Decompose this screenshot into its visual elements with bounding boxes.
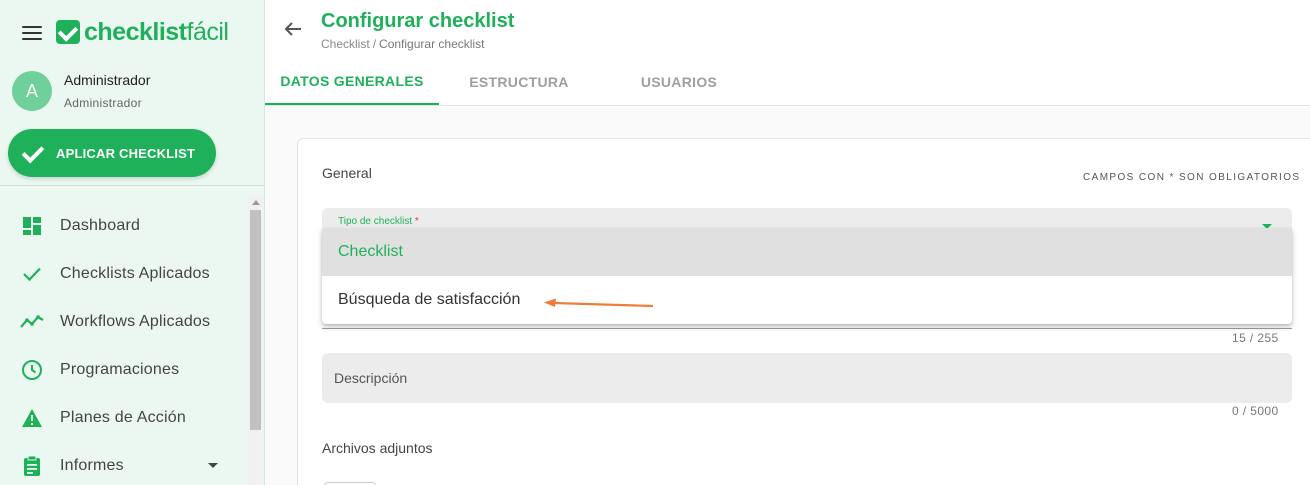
sidebar-item-label: Dashboard — [60, 217, 141, 234]
name-char-counter: 15 / 255 — [1232, 331, 1279, 345]
page-title: Configurar checklist — [321, 10, 515, 32]
description-char-counter: 0 / 5000 — [1232, 404, 1279, 418]
apply-checklist-button[interactable]: APLICAR CHECKLIST — [8, 129, 216, 177]
brand-name: checklistfácil — [84, 17, 229, 46]
name-field-underline — [322, 328, 1292, 329]
user-name: Administrador — [64, 72, 151, 88]
attachments-title: Archivos adjuntos — [322, 440, 433, 456]
breadcrumb-separator: / — [372, 37, 377, 51]
hamburger-menu-icon[interactable] — [22, 26, 42, 40]
back-arrow-icon[interactable] — [282, 18, 304, 40]
option-checklist[interactable]: Checklist — [322, 228, 1292, 276]
scrollbar-thumb[interactable] — [250, 210, 261, 430]
breadcrumb-current: Configurar checklist — [379, 37, 485, 51]
check-icon — [20, 141, 44, 165]
tipo-checklist-dropdown: Checklist Búsqueda de satisfacción — [322, 228, 1292, 324]
chevron-down-icon[interactable] — [208, 463, 218, 468]
required-fields-note: CAMPOS CON * SON OBLIGATORIOS — [1083, 172, 1301, 183]
scroll-up-arrow-icon[interactable] — [252, 200, 260, 205]
sidebar-item-label: Informes — [60, 457, 124, 474]
trending-icon — [20, 310, 44, 334]
app-window: checklistfácil A Administrador Administr… — [0, 0, 1310, 485]
sidebar-item-informes[interactable]: Informes — [0, 442, 248, 485]
tab-bar: DATOS GENERALES ESTRUCTURA USUARIOS — [265, 58, 1310, 106]
section-title: General — [322, 165, 372, 181]
sidebar-item-checklists-aplicados[interactable]: Checklists Aplicados — [0, 250, 248, 298]
dashboard-icon — [20, 214, 44, 238]
sidebar-item-workflows-aplicados[interactable]: Workflows Aplicados — [0, 298, 248, 346]
tab-datos-generales[interactable]: DATOS GENERALES — [265, 58, 439, 105]
sidebar-item-programaciones[interactable]: Programaciones — [0, 346, 248, 394]
tipo-checklist-label: Tipo de checklist * — [338, 216, 419, 227]
tab-estructura[interactable]: ESTRUCTURA — [439, 58, 599, 105]
sidebar-item-label: Checklists Aplicados — [60, 265, 210, 282]
sidebar-divider — [0, 185, 265, 186]
warning-icon — [20, 406, 44, 430]
annotation-arrow-icon — [540, 296, 658, 317]
sidebar-item-label: Planes de Acción — [60, 409, 186, 426]
sidebar-item-dashboard[interactable]: Dashboard — [0, 202, 248, 250]
sidebar: checklistfácil A Administrador Administr… — [0, 0, 265, 485]
clock-icon — [20, 358, 44, 382]
sidebar-nav: Dashboard Checklists Aplicados Workflows… — [0, 202, 248, 485]
brand-check-icon — [56, 20, 80, 44]
breadcrumb: Checklist / Configurar checklist — [321, 37, 484, 51]
clipboard-icon — [20, 454, 44, 478]
avatar[interactable]: A — [12, 71, 52, 111]
sidebar-scrollbar[interactable] — [248, 195, 263, 485]
description-field[interactable]: Descripción — [322, 353, 1292, 403]
sidebar-item-label: Programaciones — [60, 361, 180, 378]
option-busqueda-de-satisfaccion[interactable]: Búsqueda de satisfacción — [322, 276, 1292, 324]
check-icon — [20, 262, 44, 286]
breadcrumb-parent[interactable]: Checklist — [321, 37, 370, 51]
brand-logo[interactable]: checklistfácil — [56, 16, 229, 48]
user-role: Administrador — [64, 96, 142, 110]
apply-checklist-label: APLICAR CHECKLIST — [56, 145, 196, 161]
tab-usuarios[interactable]: USUARIOS — [599, 58, 759, 105]
sidebar-item-planes-de-accion[interactable]: Planes de Acción — [0, 394, 248, 442]
sidebar-item-label: Workflows Aplicados — [60, 313, 211, 330]
